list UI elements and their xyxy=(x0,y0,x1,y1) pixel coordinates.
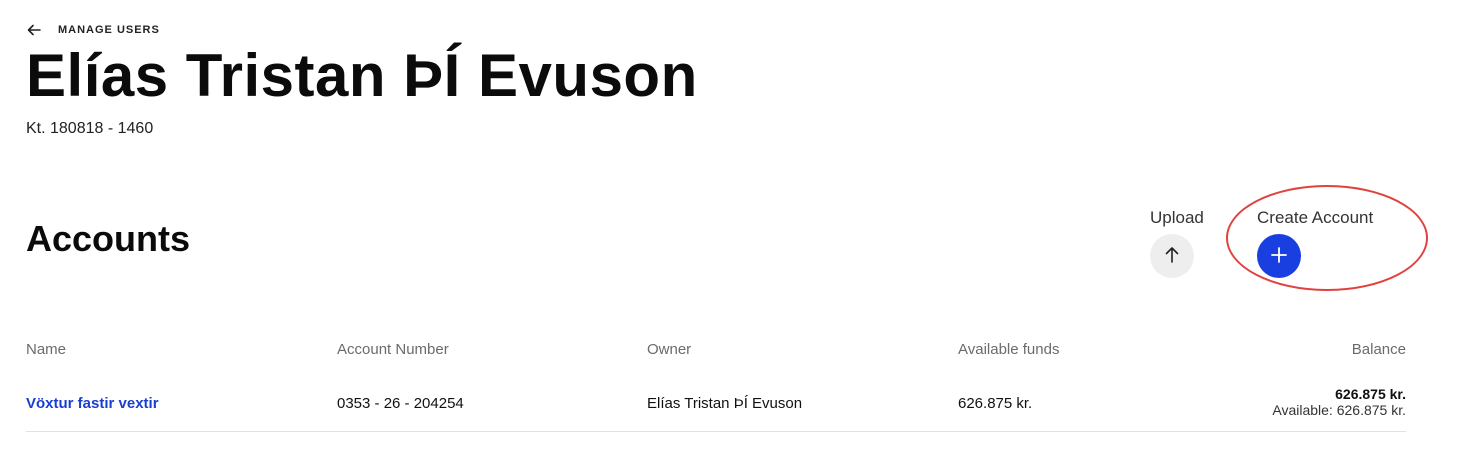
upload-button[interactable] xyxy=(1150,234,1194,278)
balance-available-value: Available: 626.875 kr. xyxy=(1272,402,1406,418)
column-header-name[interactable]: Name xyxy=(26,341,66,358)
column-header-owner[interactable]: Owner xyxy=(647,341,691,358)
account-name-link[interactable]: Vöxtur fastir vextir xyxy=(26,395,159,412)
arrow-left-icon[interactable] xyxy=(26,22,42,38)
column-header-balance[interactable]: Balance xyxy=(1352,341,1406,358)
column-header-available-funds[interactable]: Available funds xyxy=(958,341,1059,358)
create-account-button[interactable] xyxy=(1257,234,1301,278)
accounts-heading: Accounts xyxy=(26,218,191,259)
balance-cell: 626.875 kr. Available: 626.875 kr. xyxy=(1272,386,1406,418)
upload-label: Upload xyxy=(1150,208,1204,227)
available-funds: 626.875 kr. xyxy=(958,395,1033,412)
account-owner: Elías Tristan ÞÍ Evuson xyxy=(647,395,803,412)
column-header-account-number[interactable]: Account Number xyxy=(337,341,449,358)
create-account-action: Create Account xyxy=(1257,207,1373,278)
arrow-up-icon xyxy=(1162,245,1182,268)
balance-value: 626.875 kr. xyxy=(1335,386,1406,402)
back-link-manage-users[interactable]: MANAGE USERS xyxy=(58,24,160,36)
breadcrumb: MANAGE USERS xyxy=(26,22,160,38)
user-id-number: Kt. 180818 - 1460 xyxy=(26,120,154,137)
account-number: 0353 - 26 - 204254 xyxy=(337,395,464,412)
page-title: Elías Tristan ÞÍ Evuson xyxy=(26,42,698,109)
table-row[interactable]: Vöxtur fastir vextir 0353 - 26 - 204254 … xyxy=(26,380,1406,432)
plus-icon xyxy=(1269,245,1289,268)
create-account-label: Create Account xyxy=(1257,208,1374,227)
upload-action: Upload xyxy=(1150,207,1204,278)
